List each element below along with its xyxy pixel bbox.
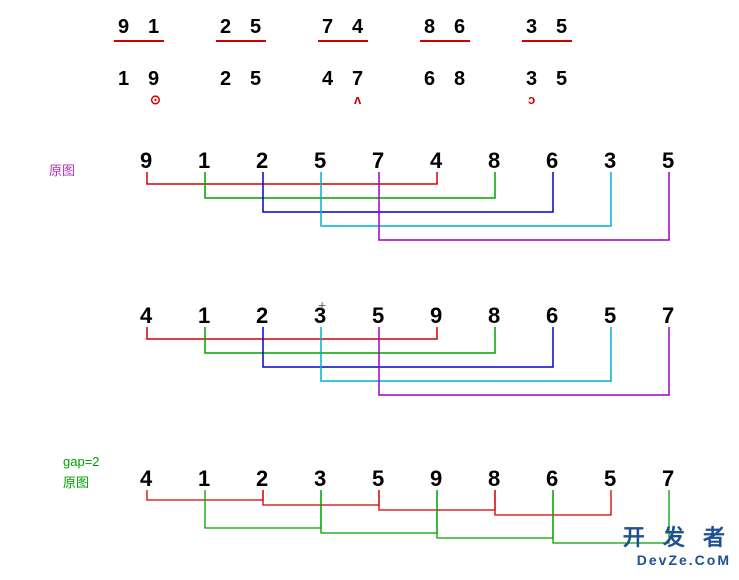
row5-num: 9 [430, 466, 442, 492]
watermark-line1: 开 发 者 [623, 520, 731, 552]
row1-num: 4 [352, 16, 363, 39]
swap-mark: ᴧ [354, 92, 361, 107]
row5-num: 4 [140, 466, 152, 492]
row1-num: 5 [556, 16, 567, 39]
row2-num: 9 [148, 68, 159, 91]
watermark-line2: DevZe.CoM [623, 552, 731, 568]
row1-num: 5 [250, 16, 261, 39]
row3-num: 4 [430, 148, 442, 174]
row4-num: 4 [140, 303, 152, 329]
row3-num: 9 [140, 148, 152, 174]
row5-num: 8 [488, 466, 500, 492]
row1-num: 3 [526, 16, 537, 39]
row2-num: 8 [454, 68, 465, 91]
row4-num: 7 [662, 303, 674, 329]
swap-mark: ⊙ [150, 92, 161, 108]
row1-num: 1 [148, 16, 159, 39]
pair-underline [318, 40, 368, 42]
row3-num: 2 [256, 148, 268, 174]
row3-num: 6 [546, 148, 558, 174]
gap5-connectors-2 [0, 327, 739, 447]
row1-num: 7 [322, 16, 333, 39]
pair-underline [114, 40, 164, 42]
row4-num: 9 [430, 303, 442, 329]
row5-num: 5 [604, 466, 616, 492]
row2-num: 5 [250, 68, 261, 91]
row5-num: 1 [198, 466, 210, 492]
label-original-1: 原图 [49, 160, 75, 179]
row4-num: 1 [198, 303, 210, 329]
label-gap: gap=2 [63, 454, 100, 469]
cursor-icon: + [318, 297, 326, 313]
row2-num: 2 [220, 68, 231, 91]
row5-num: 7 [662, 466, 674, 492]
label-original-2: 原图 [63, 472, 89, 491]
pair-underline [522, 40, 572, 42]
row3-num: 1 [198, 148, 210, 174]
row3-num: 3 [604, 148, 616, 174]
row4-num: 5 [604, 303, 616, 329]
row1-num: 8 [424, 16, 435, 39]
row2-num: 3 [526, 68, 537, 91]
row1-num: 2 [220, 16, 231, 39]
row4-num: 8 [488, 303, 500, 329]
row5-num: 5 [372, 466, 384, 492]
row1-num: 9 [118, 16, 129, 39]
pair-underline [420, 40, 470, 42]
row3-num: 8 [488, 148, 500, 174]
row5-num: 3 [314, 466, 326, 492]
row2-num: 5 [556, 68, 567, 91]
gap5-connectors-1 [0, 172, 739, 292]
row2-num: 7 [352, 68, 363, 91]
row3-num: 5 [314, 148, 326, 174]
row4-num: 5 [372, 303, 384, 329]
row3-num: 5 [662, 148, 674, 174]
row5-num: 6 [546, 466, 558, 492]
row4-num: 2 [256, 303, 268, 329]
watermark: 开 发 者 DevZe.CoM [623, 520, 731, 568]
row1-num: 6 [454, 16, 465, 39]
row2-num: 1 [118, 68, 129, 91]
row2-num: 6 [424, 68, 435, 91]
row3-num: 7 [372, 148, 384, 174]
row4-num: 6 [546, 303, 558, 329]
swap-mark: ᴐ [528, 92, 535, 107]
pair-underline [216, 40, 266, 42]
row5-num: 2 [256, 466, 268, 492]
row2-num: 4 [322, 68, 333, 91]
